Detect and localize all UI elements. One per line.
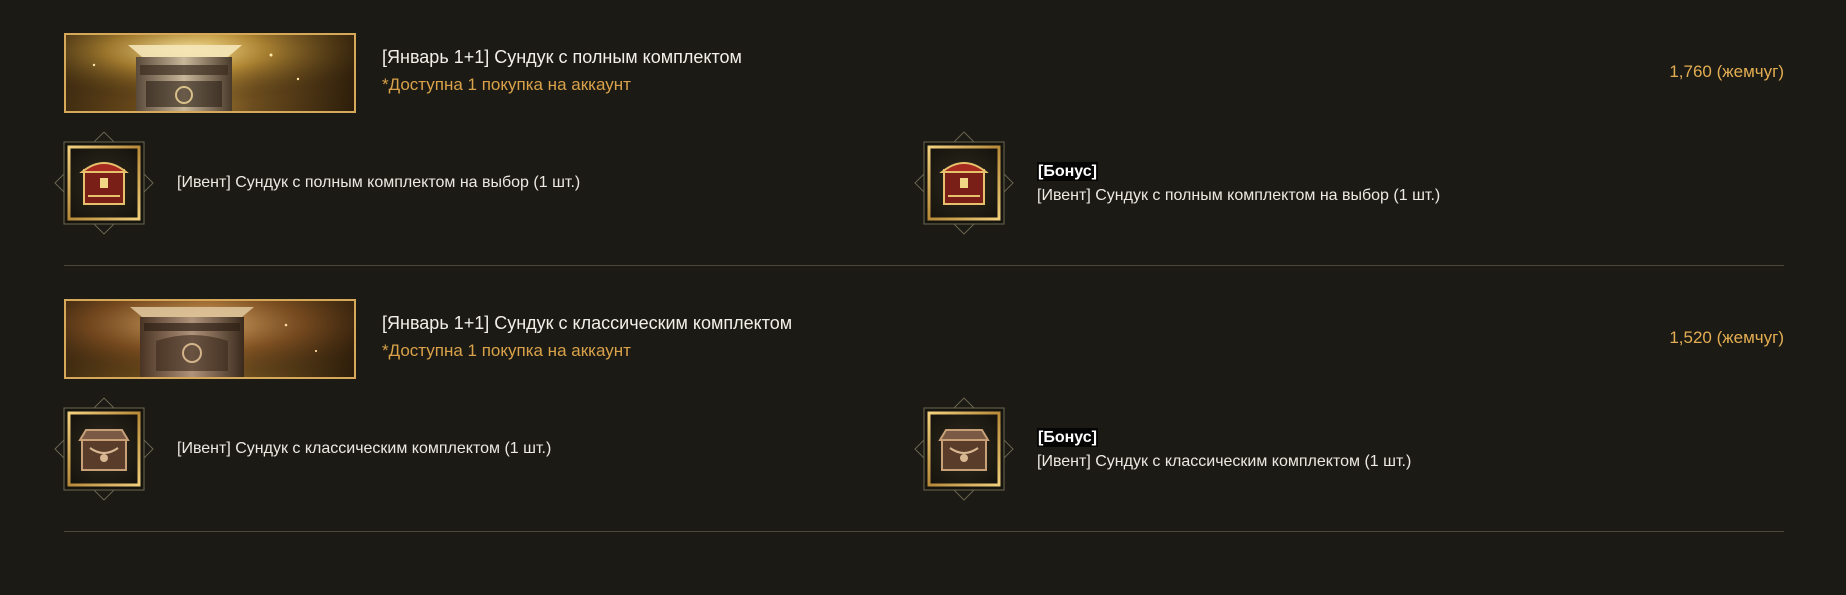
bonus-tag: [Бонус] — [1037, 428, 1098, 447]
package-card: [Январь 1+1] Сундук с классическим компл… — [64, 266, 1784, 577]
bonus-item-text: [Бонус] [Ивент] Сундук с полным комплект… — [1037, 162, 1440, 205]
package-divider — [64, 531, 1784, 532]
package-contents: [Ивент] Сундук с полным комплектом на вы… — [64, 142, 1784, 224]
package-banner-image[interactable] — [64, 299, 356, 379]
package-list: [Январь 1+1] Сундук с полным комплектом … — [64, 0, 1784, 577]
package-contents: [Ивент] Сундук с классическим комплектом… — [64, 408, 1784, 490]
package-title: [Январь 1+1] Сундук с полным комплектом — [382, 47, 742, 67]
purchase-limit-note: *Доступна 1 покупка на аккаунт — [382, 75, 631, 94]
package-title-block: [Январь 1+1] Сундук с полным комплектом … — [382, 46, 742, 95]
bonus-item-label: [Ивент] Сундук с полным комплектом на вы… — [1037, 187, 1441, 204]
red-ornate-chest-icon[interactable] — [914, 130, 1014, 236]
package-title-block: [Январь 1+1] Сундук с классическим компл… — [382, 312, 792, 361]
bonus-tag: [Бонус] — [1037, 162, 1098, 181]
purchase-limit-note: *Доступна 1 покупка на аккаунт — [382, 341, 631, 360]
content-item-label: [Ивент] Сундук с классическим комплектом… — [177, 440, 552, 457]
package-banner-image[interactable] — [64, 33, 356, 113]
bonus-item-label: [Ивент] Сундук с классическим комплектом… — [1037, 453, 1412, 470]
package-header: [Январь 1+1] Сундук с полным комплектом … — [64, 33, 1784, 113]
content-item-label: [Ивент] Сундук с полным комплектом на вы… — [177, 174, 581, 191]
bronze-chest-icon[interactable] — [914, 396, 1014, 502]
package-price: 1,520 (жемчуг) — [1669, 328, 1784, 347]
package-header: [Январь 1+1] Сундук с классическим компл… — [64, 299, 1784, 379]
red-ornate-chest-icon[interactable] — [54, 130, 154, 236]
package-card: [Январь 1+1] Сундук с полным комплектом … — [64, 0, 1784, 266]
package-price: 1,760 (жемчуг) — [1669, 62, 1784, 81]
bronze-chest-icon[interactable] — [54, 396, 154, 502]
bonus-item-text: [Бонус] [Ивент] Сундук с классическим ко… — [1037, 428, 1411, 471]
package-title: [Январь 1+1] Сундук с классическим компл… — [382, 313, 793, 333]
